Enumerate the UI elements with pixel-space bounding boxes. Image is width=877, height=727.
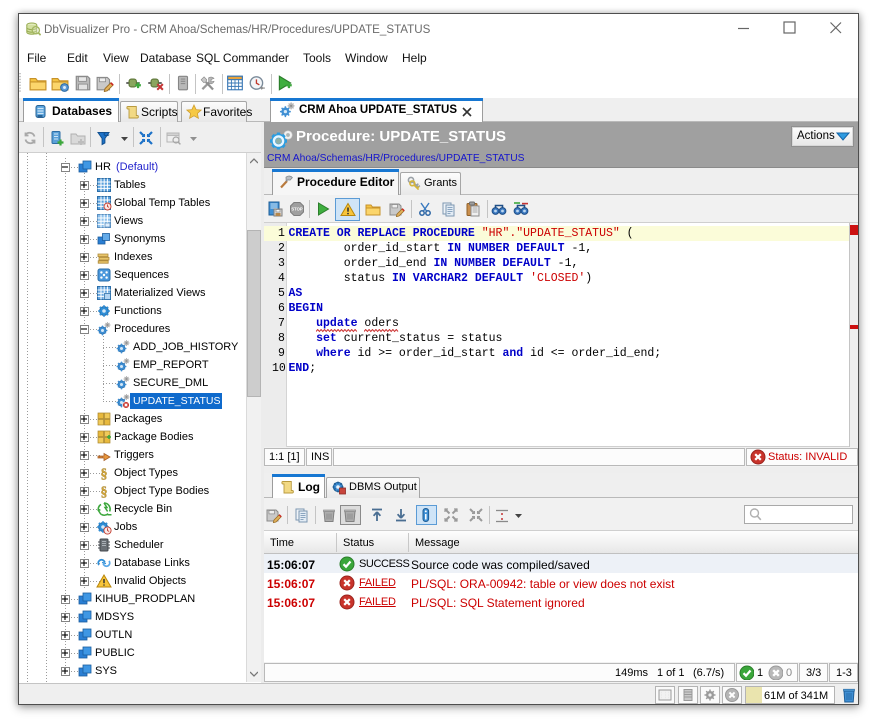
svg-text:§: § xyxy=(101,485,108,499)
svg-text:§: § xyxy=(101,467,108,481)
svg-text:STOP: STOP xyxy=(291,207,303,212)
